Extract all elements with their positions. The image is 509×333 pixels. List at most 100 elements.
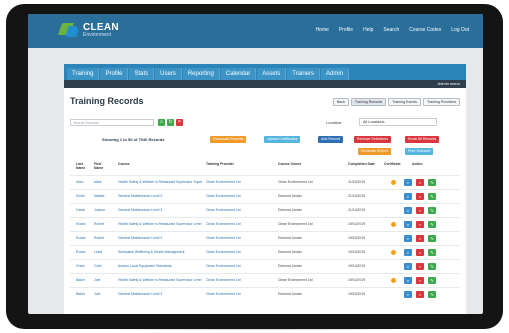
edit-icon[interactable]: ✎ — [428, 291, 436, 298]
refresh-icon[interactable]: ↻ — [167, 119, 174, 126]
table-row[interactable]: Grant Colin Assess Local Equipment Standar… — [70, 259, 460, 273]
record-last-name[interactable]: Baker — [76, 278, 92, 282]
topnav-profile[interactable]: Profile — [339, 27, 353, 33]
record-first-name[interactable]: Joanne — [94, 208, 114, 212]
view-icon[interactable]: ⌕ — [404, 179, 412, 186]
col-first-name[interactable]: First Name — [94, 162, 108, 170]
record-provider[interactable]: Clean Environment Ltd — [206, 180, 274, 184]
delete-icon[interactable]: × — [416, 193, 424, 200]
record-first-name[interactable]: Joel — [94, 278, 114, 282]
record-last-name[interactable]: Allen — [76, 180, 92, 184]
certificate-icon[interactable] — [391, 180, 396, 185]
certificate-icon[interactable] — [391, 222, 396, 227]
record-provider[interactable]: Clean Environment Ltd — [206, 264, 274, 268]
tab-trainers[interactable]: Trainers — [287, 68, 321, 80]
delete-icon[interactable]: × — [416, 179, 424, 186]
training-records-button[interactable]: Training Records — [350, 98, 387, 106]
view-icon[interactable]: ⌕ — [404, 263, 412, 270]
record-first-name[interactable]: Joel — [94, 292, 114, 296]
download-records-button[interactable]: Download Records — [210, 136, 247, 143]
remove-selections-button[interactable]: Remove Selections — [354, 136, 391, 143]
view-icon[interactable]: ⌕ — [404, 249, 412, 256]
tab-training[interactable]: Training — [67, 68, 100, 80]
record-course[interactable]: Workplace Wellbeing & Health Management — [118, 250, 202, 254]
tab-admin[interactable]: Admin — [321, 68, 350, 80]
edit-icon[interactable]: ✎ — [428, 235, 436, 242]
certificate-icon[interactable] — [391, 250, 396, 255]
edit-icon[interactable]: ✎ — [428, 207, 436, 214]
table-row[interactable]: Baker Joel Health Safety & Welfare in Rest… — [70, 273, 460, 287]
table-row[interactable]: Smith Natalie General Maintenance Level 2 C… — [70, 189, 460, 203]
topnav-course-codes[interactable]: Course Codes — [409, 27, 441, 33]
record-last-name[interactable]: Evans — [76, 222, 92, 226]
certificate-icon[interactable] — [391, 278, 396, 283]
tab-calendar[interactable]: Calendar — [220, 68, 257, 80]
record-last-name[interactable]: Evans — [76, 236, 92, 240]
view-icon[interactable]: ⌕ — [404, 193, 412, 200]
view-icon[interactable]: ⌕ — [404, 207, 412, 214]
back-button[interactable]: Back — [332, 98, 349, 106]
generate-report-button[interactable]: Generate Report — [358, 148, 391, 155]
topnav-search[interactable]: Search — [383, 27, 399, 33]
tab-assets[interactable]: Assets — [257, 68, 287, 80]
delete-icon[interactable]: × — [416, 249, 424, 256]
edit-icon[interactable]: ✎ — [428, 263, 436, 270]
edit-icon[interactable]: ✎ — [428, 221, 436, 228]
table-row[interactable]: Baker Joel General Maintenance Level 3 Clea… — [70, 287, 460, 301]
record-first-name[interactable]: Mark — [94, 180, 114, 184]
delete-icon[interactable]: × — [416, 291, 424, 298]
training-events-button[interactable]: Training Events — [388, 98, 421, 106]
edit-icon[interactable]: ✎ — [428, 277, 436, 284]
record-provider[interactable]: Clean Environment Ltd — [206, 250, 274, 254]
topnav-home[interactable]: Home — [316, 27, 329, 33]
delete-icon[interactable]: × — [416, 207, 424, 214]
col-last-name[interactable]: Last Name — [76, 162, 90, 170]
record-course[interactable]: Health Safety & Welfare in Restaurant Su… — [118, 222, 202, 226]
delete-icon[interactable]: × — [416, 263, 424, 270]
record-course[interactable]: General Maintenance Level 3 — [118, 292, 202, 296]
record-provider[interactable]: Clean Environment Ltd — [206, 208, 274, 212]
brand-logo[interactable]: CLEAN Environment — [58, 20, 119, 40]
table-row[interactable]: Carter Joanne General Maintenance Level 3 C… — [70, 203, 460, 217]
record-last-name[interactable]: Evans — [76, 250, 92, 254]
edit-icon[interactable]: ✎ — [428, 249, 436, 256]
record-course[interactable]: Assess Local Equipment Standards — [118, 264, 202, 268]
record-first-name[interactable]: Colin — [94, 264, 114, 268]
col-date[interactable]: Completion Date — [348, 162, 375, 166]
record-course[interactable]: Health Safety & Welfare in Restaurant Su… — [118, 278, 202, 282]
col-course[interactable]: Course — [118, 162, 130, 166]
record-provider[interactable]: Clean Environment Ltd — [206, 236, 274, 240]
record-course[interactable]: General Maintenance Level 3 — [118, 208, 202, 212]
delete-icon[interactable]: × — [416, 235, 424, 242]
view-icon[interactable]: ⌕ — [404, 235, 412, 242]
record-last-name[interactable]: Grant — [76, 264, 92, 268]
clear-icon[interactable]: × — [176, 119, 183, 126]
location-select[interactable]: All Locations — [359, 118, 437, 126]
table-row[interactable]: Evans Linda Workplace Wellbeing & Health M… — [70, 245, 460, 259]
tab-users[interactable]: Users — [155, 68, 182, 80]
record-provider[interactable]: Clean Environment Ltd — [206, 222, 274, 226]
record-first-name[interactable]: Robert — [94, 236, 114, 240]
view-icon[interactable]: ⌕ — [404, 291, 412, 298]
record-course[interactable]: General Maintenance Level 2 — [118, 236, 202, 240]
admin-menu-toggle[interactable]: Admin menu — [438, 81, 460, 86]
tab-profile[interactable]: Profile — [100, 68, 129, 80]
record-first-name[interactable]: Natalie — [94, 194, 114, 198]
tab-reporting[interactable]: Reporting — [182, 68, 220, 80]
table-row[interactable]: Allen Mark Health Safety & Welfare in Rest… — [70, 175, 460, 189]
edit-icon[interactable]: ✎ — [428, 179, 436, 186]
record-first-name[interactable]: Linda — [94, 250, 114, 254]
col-action[interactable]: Action — [412, 162, 423, 166]
delete-icon[interactable]: × — [416, 277, 424, 284]
print-selected-button[interactable]: Print Selected — [405, 148, 434, 155]
topnav-help[interactable]: Help — [363, 27, 373, 33]
training-providers-button[interactable]: Training Providers — [422, 98, 460, 106]
table-row[interactable]: Evans Robert General Maintenance Level 2 Cl… — [70, 231, 460, 245]
record-provider[interactable]: Clean Environment Ltd — [206, 278, 274, 282]
record-course[interactable]: General Maintenance Level 2 — [118, 194, 202, 198]
add-record-button[interactable]: Add Record — [318, 136, 343, 143]
tab-stats[interactable]: Stats — [129, 68, 155, 80]
record-last-name[interactable]: Smith — [76, 194, 92, 198]
search-input[interactable]: Search Records — [70, 119, 154, 126]
record-course[interactable]: Health Safety & Welfare in Restaurant Su… — [118, 180, 202, 184]
